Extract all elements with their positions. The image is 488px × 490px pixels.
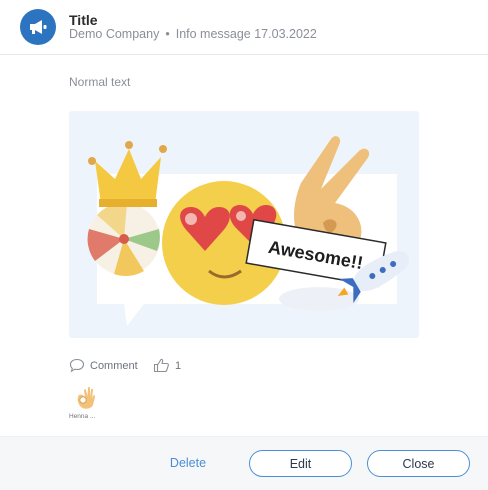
like-count: 1: [175, 360, 182, 372]
message-body-text: Normal text: [69, 75, 131, 89]
close-button[interactable]: Close: [367, 450, 470, 477]
message-image[interactable]: Awesome!!: [69, 111, 419, 338]
message-subtitle: Info message 17.03.2022: [175, 27, 317, 41]
meta-separator: •: [165, 27, 170, 41]
comment-icon[interactable]: [69, 358, 85, 373]
edit-button[interactable]: Edit: [249, 450, 352, 477]
megaphone-icon: [30, 20, 47, 34]
reaction-user-name: Henna ...: [69, 413, 96, 420]
comment-button[interactable]: Comment: [90, 360, 138, 372]
message-meta: Demo Company • Info message 17.03.2022: [69, 27, 317, 41]
ok-hand-icon: [77, 386, 96, 409]
delete-button[interactable]: Delete: [158, 450, 218, 476]
avatar: [20, 9, 56, 45]
company-name: Demo Company: [69, 27, 160, 41]
message-header: Title Demo Company • Info message 17.03.20…: [0, 0, 488, 55]
message-title: Title: [69, 12, 98, 28]
reaction-item[interactable]: Henna ...: [69, 385, 105, 423]
thumbs-up-icon[interactable]: [153, 358, 170, 373]
dialog-footer: Delete Edit Close: [0, 436, 488, 490]
emoji-illustration: Awesome!!: [87, 136, 409, 326]
